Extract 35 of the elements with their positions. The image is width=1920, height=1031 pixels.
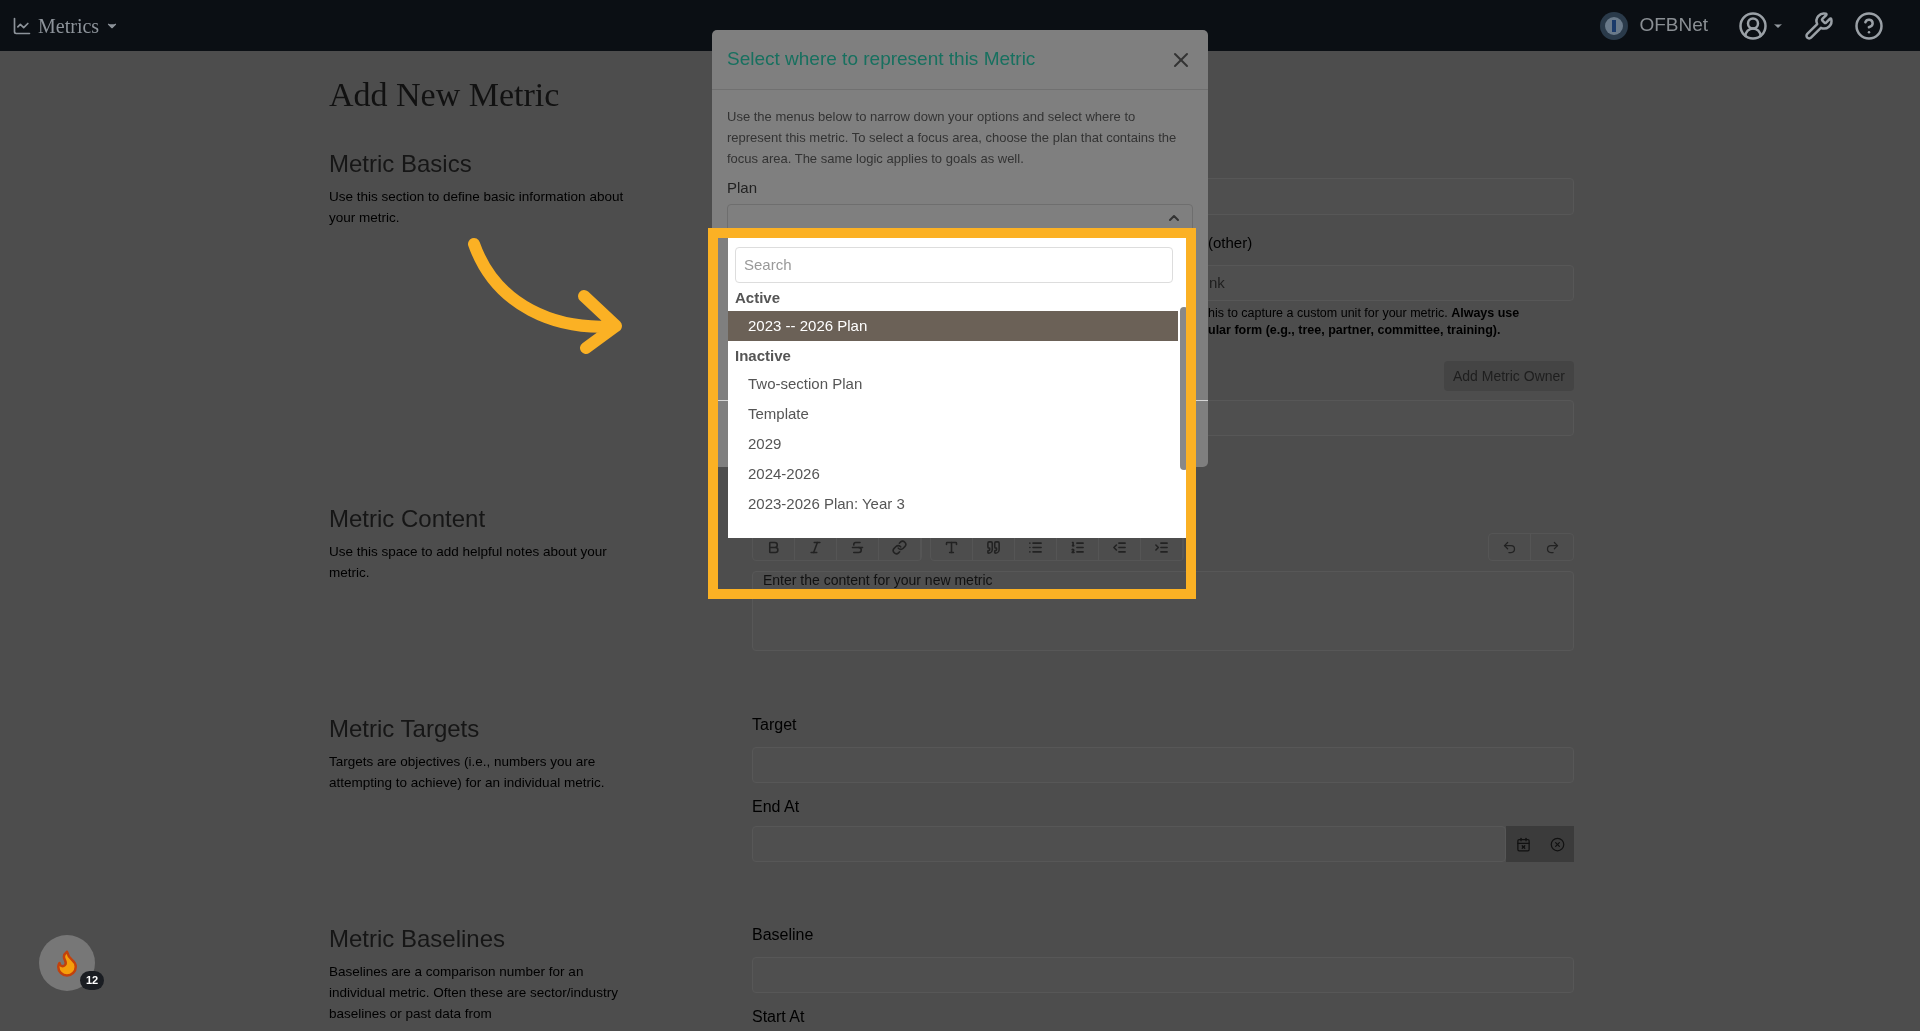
date-field[interactable] — [752, 826, 1506, 862]
notification-count: 12 — [80, 971, 105, 990]
plan-option[interactable]: 2023 -- 2026 Plan — [728, 311, 1178, 341]
page-title: Add New Metric — [329, 75, 560, 115]
modal-title: Select where to represent this Metric — [727, 47, 1036, 72]
section-description: Targets are objectives (i.e., numbers you are attempting to achieve) for an individual metric. — [329, 753, 606, 792]
field-label: Target — [752, 715, 798, 735]
help-text: his to capture a custom unit for your metric. Always use ular form (e.g., tree, partner, committee, training). — [1208, 305, 1521, 339]
chart-icon — [12, 15, 32, 36]
section-heading: Metric Baselines — [329, 925, 507, 953]
field-label: Baseline — [752, 925, 815, 945]
section-heading: Metric Content — [329, 505, 487, 533]
section-heading: Metric Targets — [329, 715, 481, 743]
section-description: Use this section to define basic information about your metric. — [329, 188, 625, 227]
wrench-icon[interactable] — [1804, 10, 1834, 41]
field-label: Start At — [752, 1007, 806, 1027]
plan-option[interactable]: 2024-2026 — [728, 459, 1178, 489]
plan-option[interactable]: 2029 — [728, 429, 1178, 459]
help-icon[interactable] — [1854, 10, 1884, 41]
section-description: Use this space to add helpful notes about your metric. — [329, 543, 608, 582]
modal-description: Use the menus below to narrow down your options and select where to represent this metric. To select a focus area, choose the plan that contains the focus area. The same logic applies to goals as well. — [726, 108, 1178, 168]
plan-option[interactable]: Template — [728, 399, 1178, 429]
plan-option[interactable]: 2023-2026 Plan: Year 3 — [728, 489, 1178, 519]
field-label: End At — [752, 797, 801, 817]
field-label: Plan — [726, 178, 759, 198]
section-heading: Metric Basics — [329, 150, 473, 178]
section-description: Baselines are a comparison number for an individual metric. Often these are sector/industry baselines or past data from — [329, 963, 619, 1023]
avatar-icon[interactable] — [1738, 10, 1768, 41]
group-label: Active — [734, 287, 782, 308]
metrics-menu[interactable]: Metrics — [12, 10, 120, 41]
org-name: OFBNet — [1639, 13, 1708, 38]
group-label: Inactive — [734, 345, 792, 366]
plan-option[interactable]: Two-section Plan — [728, 369, 1178, 399]
circle-logo-icon — [1599, 10, 1630, 41]
field-label: (other) — [1208, 233, 1254, 253]
